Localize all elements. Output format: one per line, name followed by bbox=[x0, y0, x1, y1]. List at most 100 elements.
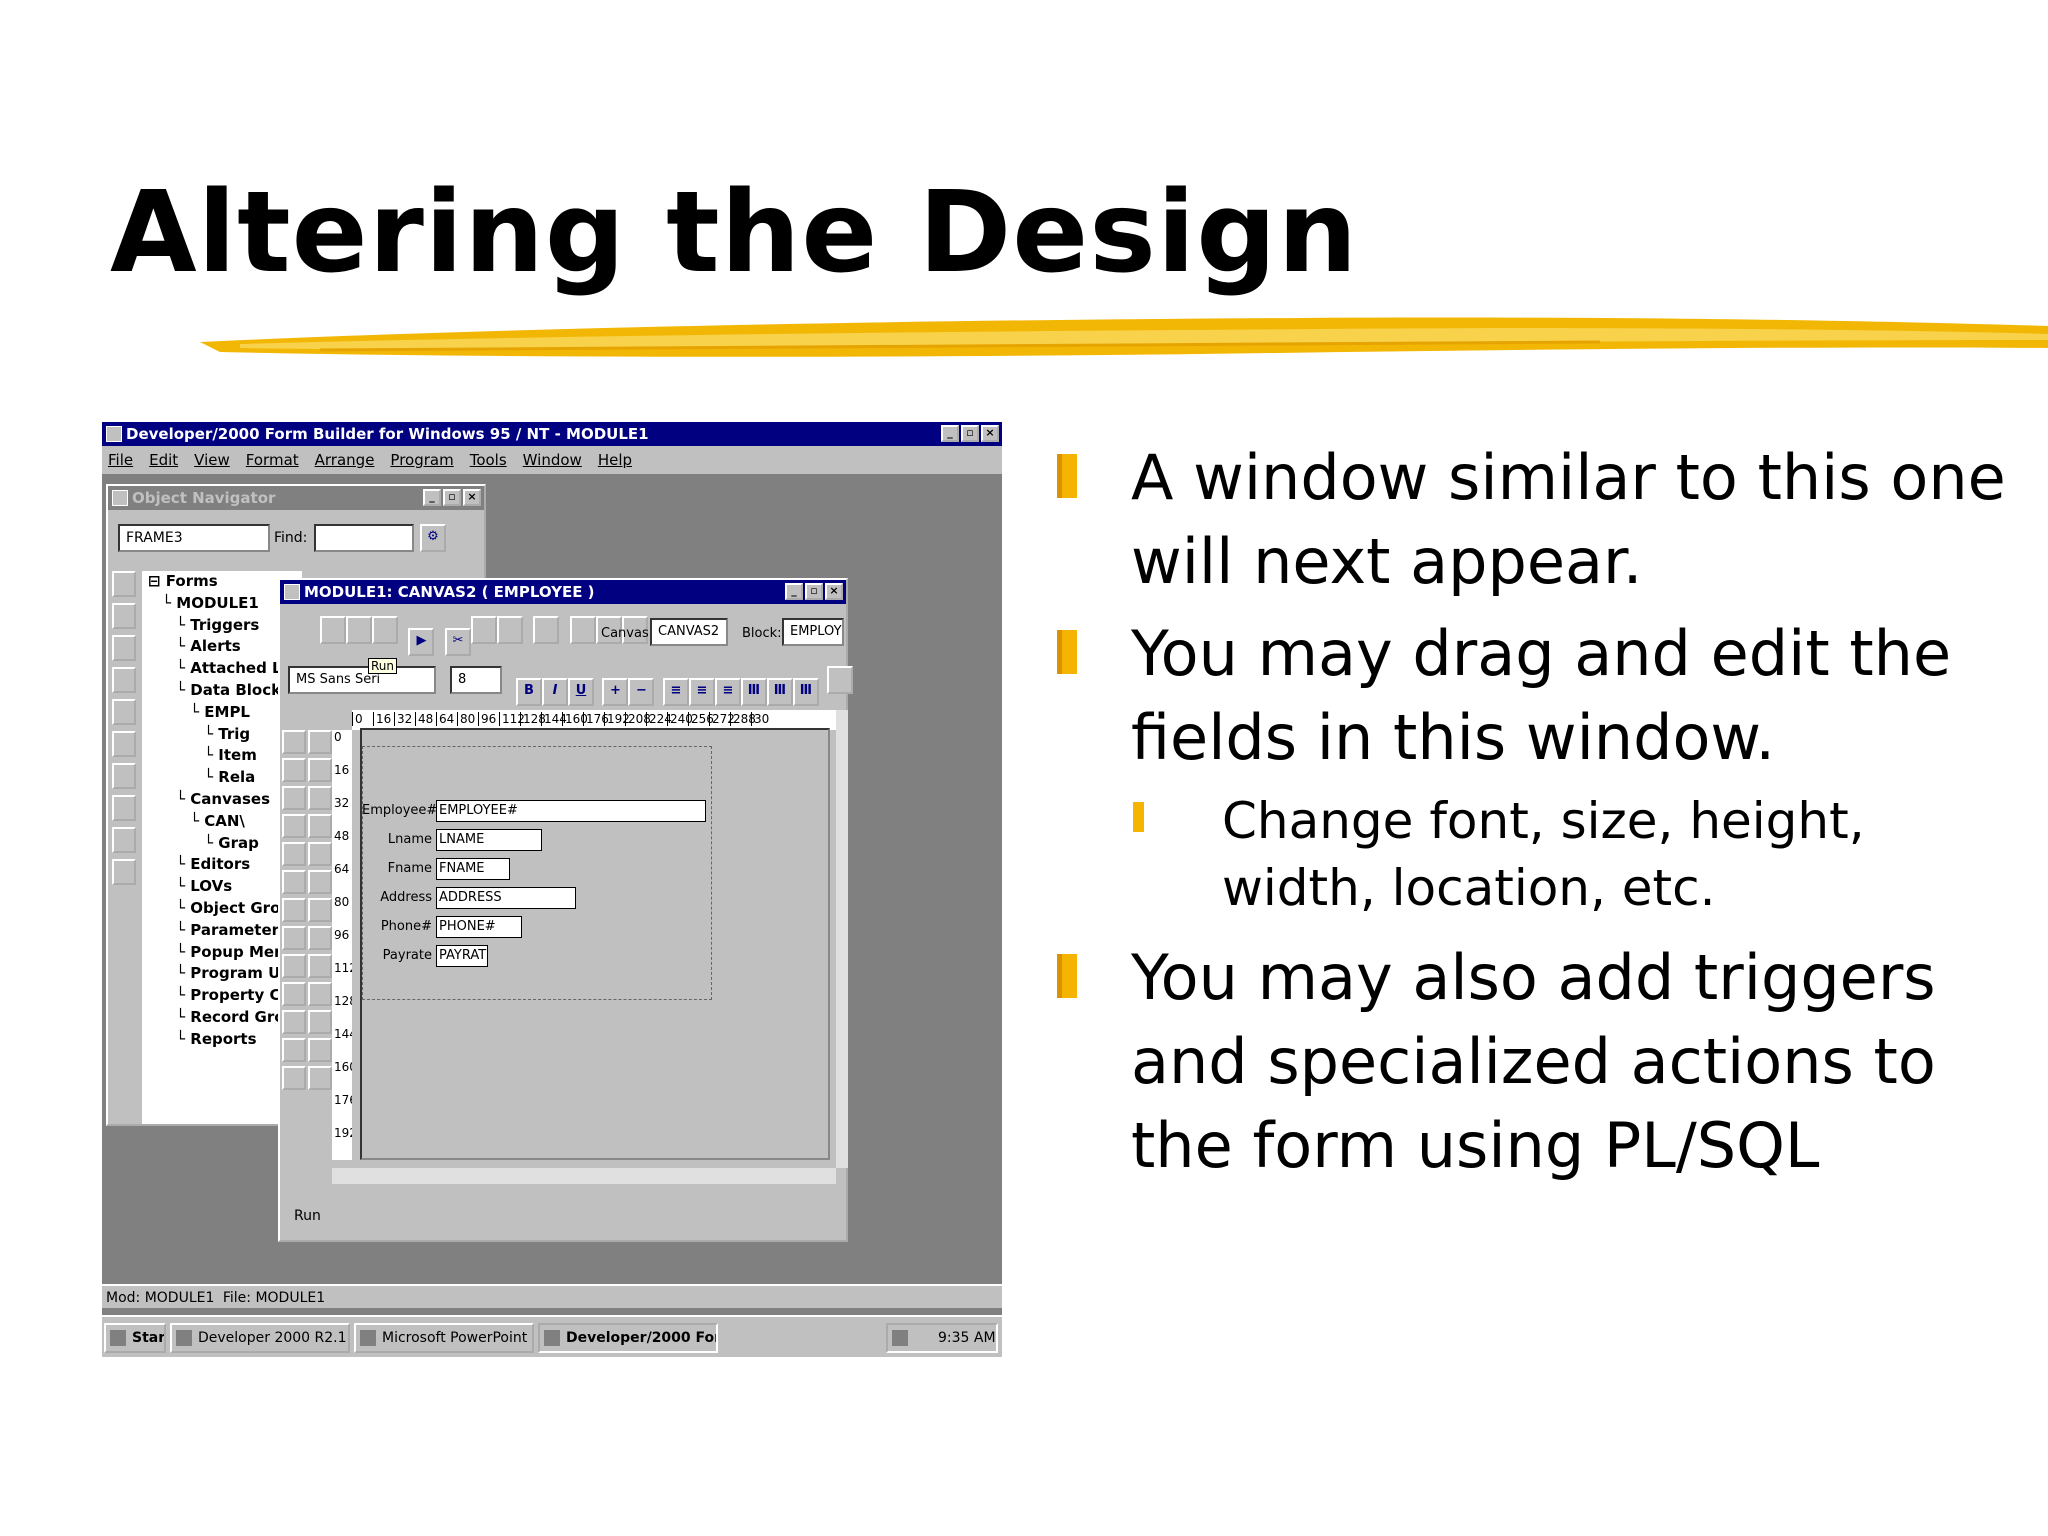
close-button[interactable]: × bbox=[981, 425, 999, 442]
find-input[interactable] bbox=[314, 524, 414, 552]
layout-toolbar: ▶ ✂ bbox=[320, 616, 648, 656]
ellipse-tool-icon[interactable] bbox=[282, 814, 306, 838]
new-icon[interactable] bbox=[112, 571, 136, 597]
menu-item[interactable]: Window bbox=[523, 451, 582, 469]
minimize-button[interactable]: _ bbox=[941, 425, 959, 442]
color-icon[interactable] bbox=[533, 616, 560, 644]
text-tool-icon[interactable] bbox=[282, 898, 306, 922]
checkbox-tool-icon[interactable] bbox=[308, 926, 332, 950]
run-icon[interactable] bbox=[112, 667, 136, 693]
sound-tool-icon[interactable] bbox=[282, 1066, 306, 1090]
ole-tool-icon[interactable] bbox=[282, 1010, 306, 1034]
taskbar-item-form-builder[interactable]: Developer/2000 Form... bbox=[538, 1323, 718, 1353]
align-left-icon[interactable]: ≡ bbox=[662, 678, 689, 706]
vbx-tool-icon[interactable] bbox=[308, 1010, 332, 1034]
slide-title: Altering the Design bbox=[110, 168, 1359, 298]
list-tool-icon[interactable] bbox=[308, 1038, 332, 1062]
bean-tool-icon[interactable] bbox=[308, 1066, 332, 1090]
vertical-scrollbar[interactable] bbox=[836, 710, 848, 1168]
text-item[interactable]: PAYRAT bbox=[436, 945, 488, 967]
size-select[interactable]: 8 bbox=[450, 666, 502, 694]
open-icon[interactable] bbox=[112, 603, 136, 629]
tree-node-label: CAN\ bbox=[204, 811, 245, 830]
menu-item[interactable]: File bbox=[108, 451, 133, 469]
nav-minimize-button[interactable]: _ bbox=[423, 489, 441, 506]
bullet-item: Change font, size, height, width, locati… bbox=[1131, 788, 2015, 922]
open-icon[interactable] bbox=[346, 616, 372, 644]
start-button[interactable]: Start bbox=[104, 1323, 166, 1353]
menu-item[interactable]: Edit bbox=[149, 451, 178, 469]
rounded-rect-tool-icon[interactable] bbox=[282, 870, 306, 894]
font-select[interactable]: MS Sans Seri bbox=[288, 666, 436, 694]
menu-item[interactable]: View bbox=[194, 451, 230, 469]
button-tool-icon[interactable] bbox=[282, 926, 306, 950]
copy-icon[interactable] bbox=[112, 763, 136, 789]
cut-icon[interactable]: ✂ bbox=[444, 628, 471, 656]
text-item[interactable]: ADDRESS bbox=[436, 887, 576, 909]
align-center-icon[interactable]: ≡ bbox=[688, 678, 715, 706]
fill-icon[interactable] bbox=[569, 616, 596, 644]
align-top-icon[interactable]: Ⅲ bbox=[740, 678, 767, 706]
polyline-tool-icon[interactable] bbox=[308, 842, 332, 866]
menu-item[interactable]: Arrange bbox=[315, 451, 375, 469]
save-icon[interactable] bbox=[372, 616, 398, 644]
select-tool-icon[interactable] bbox=[282, 730, 306, 754]
polygon-tool-icon[interactable] bbox=[282, 842, 306, 866]
ruler-tick-label: 96 bbox=[334, 928, 350, 942]
restore-button[interactable]: ▫ bbox=[961, 425, 979, 442]
menu-item[interactable]: Format bbox=[246, 451, 299, 469]
magnify-tool-icon[interactable] bbox=[282, 758, 306, 782]
layout-minimize-button[interactable]: _ bbox=[785, 583, 803, 600]
text-item-tool-icon[interactable] bbox=[308, 954, 332, 978]
cut-icon[interactable] bbox=[112, 731, 136, 757]
bring-front-icon[interactable] bbox=[827, 666, 854, 694]
rectangle-tool-icon[interactable] bbox=[282, 786, 306, 810]
nav-restore-button[interactable]: ▫ bbox=[443, 489, 461, 506]
navigator-select[interactable]: FRAME3 bbox=[118, 524, 270, 552]
bold-icon[interactable]: B bbox=[516, 678, 542, 706]
text-item[interactable]: EMPLOYEE# bbox=[436, 800, 706, 822]
chart-tool-icon[interactable] bbox=[308, 982, 332, 1006]
reshape-tool-icon[interactable] bbox=[308, 758, 332, 782]
zoom-in-icon[interactable]: + bbox=[602, 678, 629, 706]
align-middle-icon[interactable]: Ⅲ bbox=[766, 678, 793, 706]
canvas-select[interactable]: CANVAS2 bbox=[650, 618, 728, 646]
text-item[interactable]: FNAME bbox=[436, 858, 510, 880]
text-item[interactable]: LNAME bbox=[436, 829, 542, 851]
display-item-tool-icon[interactable] bbox=[282, 1038, 306, 1062]
find-next-icon[interactable]: ⚙ bbox=[420, 524, 446, 552]
menu-item[interactable]: Tools bbox=[470, 451, 507, 469]
align-right-icon[interactable]: ≡ bbox=[714, 678, 741, 706]
line-tool-icon[interactable] bbox=[308, 786, 332, 810]
align-bottom-icon[interactable]: Ⅲ bbox=[792, 678, 819, 706]
create-icon[interactable] bbox=[112, 827, 136, 853]
layout-close-button[interactable]: × bbox=[825, 583, 843, 600]
radio-tool-icon[interactable] bbox=[282, 954, 306, 978]
horizontal-scrollbar[interactable] bbox=[332, 1168, 836, 1184]
save-icon[interactable] bbox=[112, 635, 136, 661]
copy-icon[interactable] bbox=[470, 616, 497, 644]
debug-icon[interactable] bbox=[112, 699, 136, 725]
delete-icon[interactable] bbox=[112, 859, 136, 885]
arc-tool-icon[interactable] bbox=[308, 814, 332, 838]
design-canvas[interactable]: Employee# EMPLOYEE# Lname LNAME Fname FNAME Ad… bbox=[360, 728, 830, 1160]
rotate-tool-icon[interactable] bbox=[308, 730, 332, 754]
italic-icon[interactable]: I bbox=[542, 678, 568, 706]
layout-restore-button[interactable]: ▫ bbox=[805, 583, 823, 600]
run-icon[interactable]: ▶ bbox=[408, 628, 435, 656]
nav-close-button[interactable]: × bbox=[463, 489, 481, 506]
paste-icon[interactable] bbox=[496, 616, 523, 644]
image-tool-icon[interactable] bbox=[282, 982, 306, 1006]
frame-tool-icon[interactable] bbox=[308, 898, 332, 922]
text-item[interactable]: PHONE# bbox=[436, 916, 522, 938]
menu-item[interactable]: Program bbox=[390, 451, 453, 469]
paste-icon[interactable] bbox=[112, 795, 136, 821]
zoom-out-icon[interactable]: − bbox=[628, 678, 655, 706]
block-select[interactable]: EMPLOYE bbox=[782, 618, 844, 646]
taskbar-item-developer[interactable]: Developer 2000 R2.1 bbox=[170, 1323, 350, 1353]
new-icon[interactable] bbox=[320, 616, 346, 644]
underline-icon[interactable]: U bbox=[568, 678, 594, 706]
taskbar-item-powerpoint[interactable]: Microsoft PowerPoint - [Pr... bbox=[354, 1323, 534, 1353]
menu-item[interactable]: Help bbox=[598, 451, 632, 469]
freehand-tool-icon[interactable] bbox=[308, 870, 332, 894]
